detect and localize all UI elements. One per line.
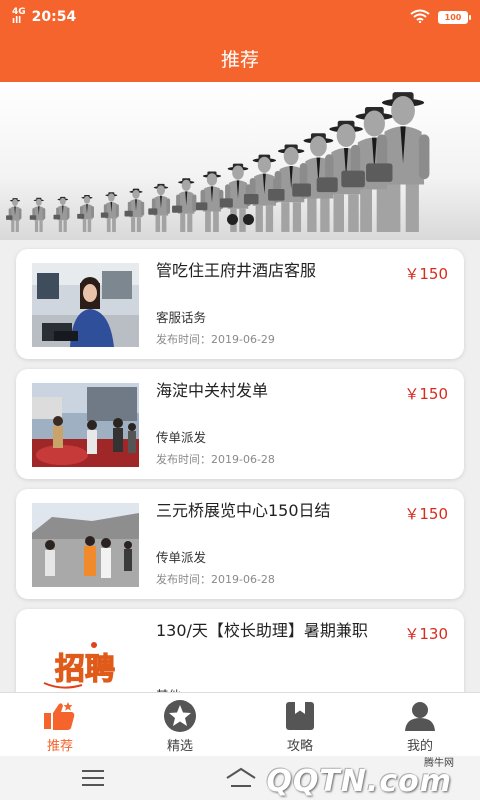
watermark: 腾牛网 QQTN.com	[266, 758, 470, 799]
job-title[interactable]: 管吃住王府井酒店客服	[156, 261, 386, 281]
tab-featured[interactable]: 精选	[120, 693, 240, 756]
page-title-bar: 推荐	[0, 34, 480, 82]
job-title[interactable]: 海淀中关村发单	[156, 381, 386, 401]
job-card[interactable]: 招聘 130/天【校长助理】暑期兼职 ￥130 其他	[16, 609, 464, 692]
status-left: 4G ıll 20:54	[12, 8, 76, 26]
job-date: 发布时间：2019-06-29	[156, 333, 275, 346]
signal-icon: ıll	[12, 16, 22, 26]
banner-figure	[124, 188, 145, 232]
carousel-indicator	[0, 214, 480, 225]
job-thumbnail: 招聘	[32, 623, 139, 692]
status-bar: 4G ıll 20:54 100	[0, 0, 480, 34]
bottom-tab-bar: 推荐 精选 攻略 我的	[0, 692, 480, 756]
star-icon	[160, 699, 200, 733]
battery-icon: 100	[438, 10, 471, 24]
network-indicator: 4G ıll	[12, 8, 26, 26]
carousel-dot[interactable]	[226, 214, 238, 225]
thumbs-up-icon	[40, 699, 80, 733]
wifi-icon	[410, 8, 430, 27]
job-card[interactable]: 三元桥展览中心150日结 ￥150 传单派发 发布时间：2019-06-28	[16, 489, 464, 599]
system-nav-bar: 腾牛网 QQTN.com	[0, 756, 480, 800]
job-price: ￥150	[404, 505, 448, 523]
job-title[interactable]: 三元桥展览中心150日结	[156, 501, 386, 521]
clock: 20:54	[31, 9, 77, 25]
job-date: 发布时间：2019-06-28	[156, 453, 275, 466]
job-category: 客服话务	[156, 310, 207, 325]
user-icon	[400, 699, 440, 733]
job-list[interactable]: 管吃住王府井酒店客服 ￥150 客服话务 发布时间：2019-06-29 海淀中…	[0, 240, 480, 692]
job-price: ￥130	[404, 625, 448, 643]
job-price: ￥150	[404, 385, 448, 403]
tab-profile[interactable]: 我的	[360, 693, 480, 756]
carousel-dot[interactable]	[242, 214, 254, 225]
tab-recommend[interactable]: 推荐	[0, 693, 120, 756]
job-thumbnail	[32, 383, 139, 467]
tab-label: 推荐	[46, 739, 73, 754]
menu-icon[interactable]	[82, 770, 104, 786]
job-card[interactable]: 海淀中关村发单 ￥150 传单派发 发布时间：2019-06-28	[16, 369, 464, 479]
job-title[interactable]: 130/天【校长助理】暑期兼职	[156, 621, 386, 641]
job-category: 传单派发	[156, 550, 207, 565]
job-date: 发布时间：2019-06-28	[156, 573, 275, 586]
job-thumbnail	[32, 503, 139, 587]
tab-label: 攻略	[286, 739, 313, 754]
job-category: 传单派发	[156, 430, 207, 445]
bookmark-icon	[280, 699, 320, 733]
tab-label: 精选	[166, 739, 193, 754]
hiring-logo-text: 招聘	[55, 652, 115, 687]
watermark-logo: QQTN.com	[266, 764, 452, 799]
job-price: ￥150	[404, 265, 448, 283]
tab-label: 我的	[406, 739, 433, 754]
status-right: 100	[410, 8, 471, 27]
page-title: 推荐	[220, 48, 259, 71]
banner-figure	[100, 192, 119, 233]
job-category: 其他	[156, 685, 181, 692]
home-icon[interactable]	[225, 766, 257, 792]
job-card[interactable]: 管吃住王府井酒店客服 ￥150 客服话务 发布时间：2019-06-29	[16, 249, 464, 359]
tab-guide[interactable]: 攻略	[240, 693, 360, 756]
job-thumbnail	[32, 263, 139, 347]
